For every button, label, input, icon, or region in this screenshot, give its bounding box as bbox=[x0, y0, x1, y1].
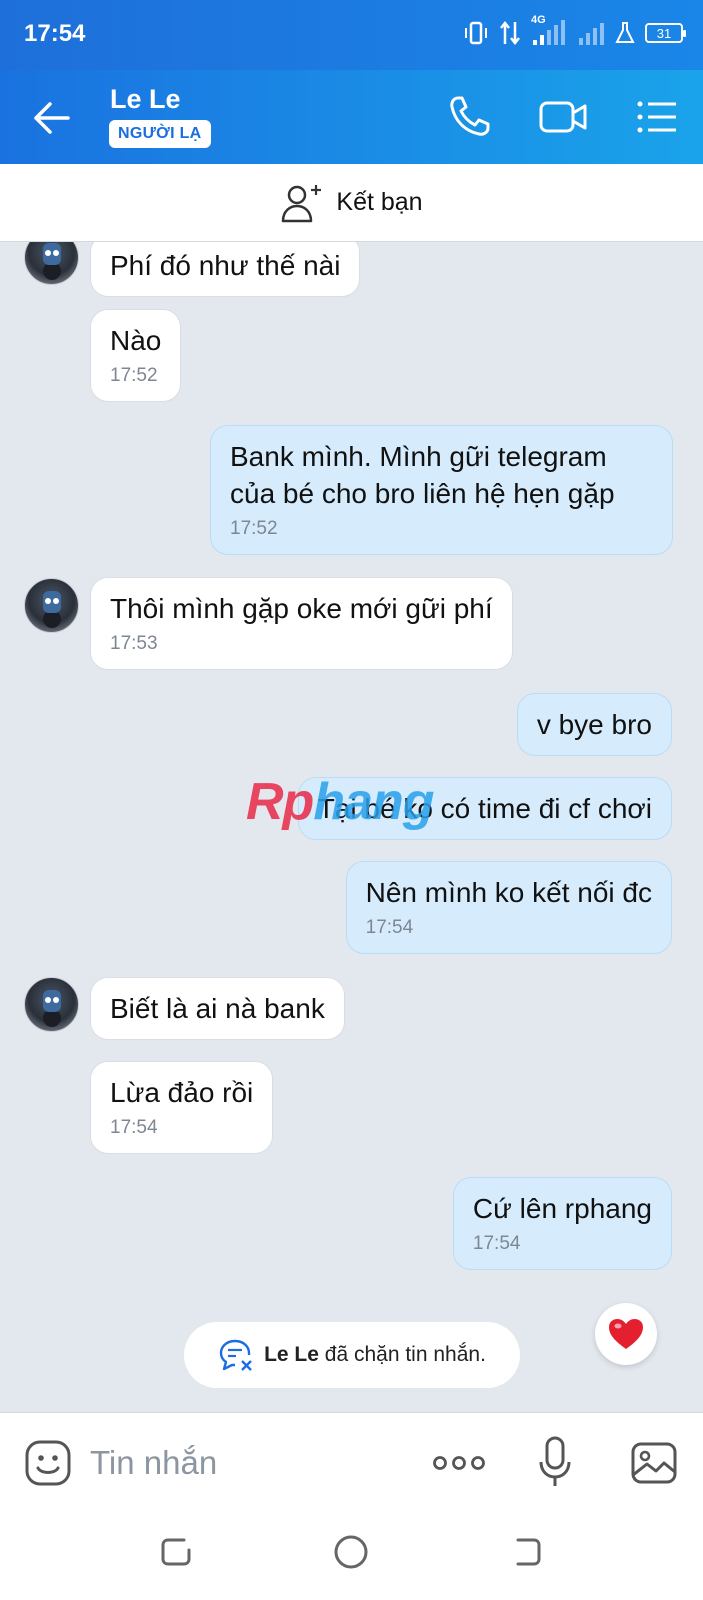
blocked-message: đã chặn tin nhắn. bbox=[324, 1343, 486, 1366]
stranger-badge: NGƯỜI LẠ bbox=[109, 120, 211, 148]
message-time: 17:54 bbox=[365, 917, 414, 938]
emoji-icon[interactable] bbox=[24, 1439, 72, 1487]
message-time: 17:54 bbox=[110, 1117, 158, 1138]
message-text: Bank mình. Mình gữi telegram của bé cho … bbox=[230, 441, 615, 509]
message-bubble-out[interactable]: Cứ lên rphang 17:54 bbox=[452, 1177, 672, 1270]
add-friend-label: Kết bạn bbox=[336, 188, 423, 216]
system-nav-bar bbox=[0, 1512, 703, 1600]
message-text: Biết là ai nà bank bbox=[110, 993, 325, 1024]
home-icon[interactable] bbox=[331, 1532, 371, 1572]
message-input-bar bbox=[0, 1412, 703, 1512]
message-text: Lừa đảo rồi bbox=[110, 1077, 254, 1108]
image-gallery-icon[interactable] bbox=[630, 1439, 678, 1487]
flask-icon bbox=[615, 22, 635, 43]
microphone-icon[interactable] bbox=[538, 1435, 572, 1489]
battery-icon: 31 bbox=[645, 23, 686, 43]
signal-icon: 4G bbox=[531, 14, 567, 46]
recent-apps-icon[interactable] bbox=[156, 1532, 196, 1572]
more-options-icon[interactable] bbox=[432, 1445, 486, 1481]
blocked-chat-icon bbox=[219, 1339, 252, 1371]
message-bubble-out[interactable]: Bank mình. Mình gữi telegram của bé cho … bbox=[210, 425, 673, 555]
message-bubble-out[interactable]: v bye bro bbox=[516, 693, 672, 756]
phone-icon[interactable] bbox=[444, 92, 494, 142]
message-text: Nào bbox=[110, 325, 162, 356]
avatar[interactable] bbox=[24, 977, 79, 1032]
message-text: Tại bé ko có time đi cf chơi bbox=[317, 793, 652, 824]
arrow-left-icon[interactable] bbox=[30, 96, 74, 140]
second-signal-icon bbox=[577, 20, 605, 46]
message-bubble-out[interactable]: Tại bé ko có time đi cf chơi bbox=[297, 777, 672, 840]
message-time: 17:53 bbox=[110, 633, 158, 654]
message-input[interactable] bbox=[90, 1439, 410, 1487]
status-bar: 17:54 4G 31 bbox=[0, 0, 703, 70]
status-icons: 4G 31 bbox=[463, 14, 686, 46]
back-nav-icon[interactable] bbox=[506, 1532, 546, 1572]
blocked-notice-text: Le Le đã chặn tin nhắn. bbox=[264, 1343, 486, 1367]
battery-level: 31 bbox=[656, 25, 672, 41]
heart-icon bbox=[609, 1319, 643, 1349]
list-menu-icon[interactable] bbox=[632, 92, 682, 142]
status-time: 17:54 bbox=[24, 20, 86, 47]
message-list[interactable]: Phí đó như thế nài Nào 17:52 Bank mình. … bbox=[0, 242, 703, 1412]
message-bubble-in[interactable]: Phí đó như thế nài bbox=[90, 242, 361, 297]
chat-header: Le Le NGƯỜI LẠ bbox=[0, 70, 703, 164]
message-bubble-out[interactable]: Nên mình ko kết nối đc 17:54 bbox=[345, 861, 672, 954]
vibrate-icon bbox=[465, 21, 487, 45]
message-text: Cứ lên rphang bbox=[472, 1193, 652, 1224]
message-bubble-in[interactable]: Thôi mình gặp oke mới gữi phí 17:53 bbox=[90, 577, 513, 670]
message-text: v bye bro bbox=[536, 709, 652, 740]
blocked-notice: Le Le đã chặn tin nhắn. bbox=[184, 1322, 520, 1388]
message-bubble-in[interactable]: Nào 17:52 bbox=[90, 309, 182, 402]
contact-name[interactable]: Le Le bbox=[110, 84, 181, 115]
add-person-icon bbox=[282, 184, 322, 222]
data-arrows-icon bbox=[500, 20, 520, 46]
blocked-contact-name: Le Le bbox=[264, 1343, 319, 1366]
message-text: Nên mình ko kết nối đc bbox=[365, 877, 652, 908]
message-text: Thôi mình gặp oke mới gữi phí bbox=[110, 593, 493, 624]
message-bubble-in[interactable]: Lừa đảo rồi 17:54 bbox=[90, 1061, 274, 1154]
message-text: Phí đó như thế nài bbox=[110, 250, 341, 281]
avatar[interactable] bbox=[24, 578, 79, 633]
video-camera-icon[interactable] bbox=[538, 92, 588, 142]
avatar[interactable] bbox=[24, 242, 79, 285]
message-time: 17:52 bbox=[230, 518, 278, 539]
add-friend-button[interactable]: Kết bạn bbox=[0, 164, 703, 242]
message-bubble-in[interactable]: Biết là ai nà bank bbox=[90, 977, 345, 1040]
message-time: 17:54 bbox=[472, 1233, 521, 1254]
heart-reaction-button[interactable] bbox=[595, 1303, 657, 1365]
message-time: 17:52 bbox=[110, 365, 158, 386]
